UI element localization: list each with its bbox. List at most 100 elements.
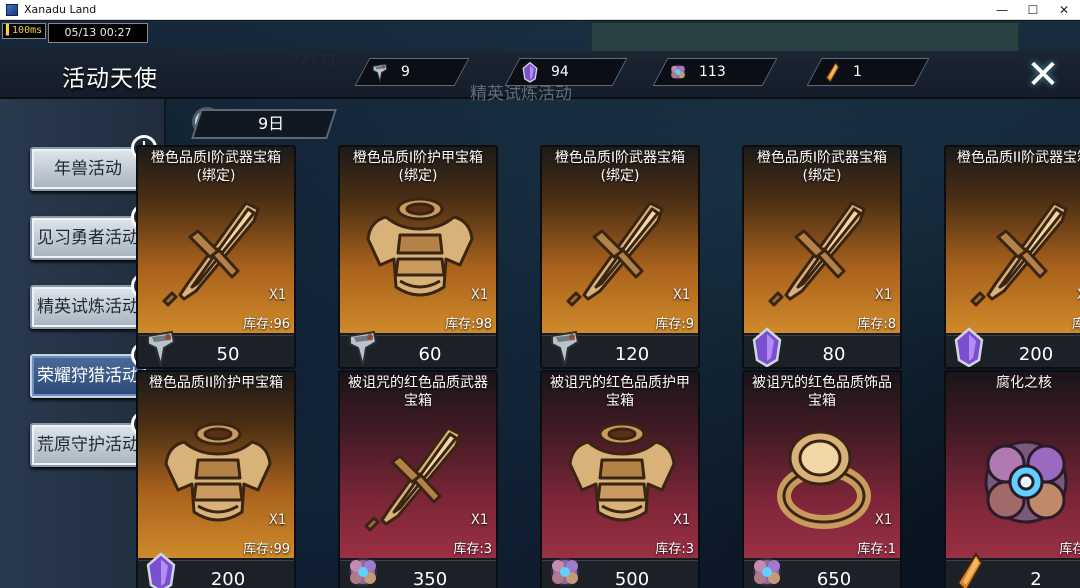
item-name: 橙色品质I阶武器宝箱 (绑定) (150, 150, 282, 184)
ping-value: 100ms (12, 25, 43, 36)
game-window: Xanadu Land — ☐ ✕ 27171 ▌100ms 05/13 00:… (0, 0, 1080, 588)
armor-icon (558, 412, 686, 540)
item-stock: 库存:96 (243, 317, 290, 332)
shop-item-card[interactable]: 橙色品质II阶武器宝箱X1库存200 (944, 145, 1080, 369)
price-bar: 120 (542, 330, 698, 367)
item-price: 350 (412, 569, 448, 588)
item-quantity: X1 (673, 512, 690, 528)
item-quantity: X1 (269, 287, 286, 303)
drill-icon (369, 61, 391, 83)
item-price: 650 (816, 569, 852, 588)
drill-icon (144, 326, 178, 367)
shop-item-card[interactable]: 被诅咒的红色品质饰品 宝箱 X1 库存:1 650 (742, 370, 902, 588)
cursed-flower-icon (346, 551, 380, 588)
window-title: Xanadu Land (24, 3, 97, 16)
item-name: 腐化之核 (996, 375, 1052, 391)
price-bar: 500 (542, 558, 698, 588)
window-close-button[interactable]: ✕ (1046, 0, 1080, 20)
item-stock: 库存:98 (445, 317, 492, 332)
item-quantity: X1 (875, 287, 892, 303)
currency-drill: 9 (354, 58, 470, 86)
shop-item-card[interactable]: 橙色品质I阶武器宝箱 (绑定) X1 库存:96 50 (136, 145, 296, 369)
item-quantity: X1 (673, 287, 690, 303)
item-price: 200 (210, 569, 246, 588)
item-stock: 库存 (1072, 313, 1080, 332)
price-bar: 200 (946, 327, 1080, 367)
armor-icon (154, 412, 282, 540)
item-name: 橙色品质I阶武器宝箱 (绑定) (554, 150, 686, 184)
nav-item-4[interactable]: 荒原守护活动 (30, 423, 146, 467)
item-price: 2 (1030, 569, 1042, 588)
item-stock: 库存:8 (857, 317, 896, 332)
currency-orange-crystal: 1 (806, 58, 930, 86)
game-canvas: 27171 ▌100ms 05/13 00:27 精英试炼活动 活动天使 994… (0, 21, 1080, 588)
currency-purple-crystal: 94 (504, 58, 628, 86)
price-bar: 650 (744, 558, 900, 588)
ping-indicator: ▌100ms (2, 23, 46, 39)
shop-item-card[interactable]: 被诅咒的红色品质武器 宝箱 X1 库存:3 350 (338, 370, 498, 588)
shop-item-card[interactable]: 橙色品质I阶护甲宝箱 (绑定) X1 库存:98 60 (338, 145, 498, 369)
nav-item-1[interactable]: 见习勇者活动 (30, 216, 146, 260)
price-bar: 2 (946, 552, 1080, 588)
price-bar: 60 (340, 330, 496, 367)
item-stock: 库存:3 (655, 542, 694, 557)
item-quantity: X1 (269, 512, 286, 528)
shop-item-card[interactable]: 橙色品质II阶护甲宝箱 X1 库存:99 200 (136, 370, 296, 588)
shop-item-card[interactable]: 被诅咒的红色品质护甲 宝箱 X1 库存:3 500 (540, 370, 700, 588)
item-name: 橙色品质II阶护甲宝箱 (148, 375, 284, 391)
item-stock: 库存:99 (243, 542, 290, 557)
item-name: 被诅咒的红色品质武器 宝箱 (348, 375, 488, 409)
price-bar: 50 (138, 330, 294, 367)
day-tag: 9日 (191, 109, 337, 139)
item-name: 被诅咒的红色品质饰品 宝箱 (752, 375, 892, 409)
close-button[interactable]: ✕ (1022, 55, 1064, 97)
drill-icon (346, 326, 380, 367)
item-name: 橙色品质II阶武器宝箱 (956, 150, 1080, 166)
day-label: 9日 (258, 114, 285, 133)
corrupted-core-icon (962, 412, 1080, 540)
sword-icon (558, 187, 686, 315)
armor-icon (356, 187, 484, 315)
purple-crystal-icon (144, 551, 178, 588)
cursed-flower-icon (548, 551, 582, 588)
item-stock: 库存:9 (655, 317, 694, 332)
item-price: 120 (614, 344, 650, 365)
purple-crystal-icon (519, 61, 541, 83)
cursed-flower-icon (667, 61, 689, 83)
shop-item-card[interactable]: 橙色品质I阶武器宝箱 (绑定) X1 库存:9 120 (540, 145, 700, 369)
orange-crystal-icon (821, 61, 843, 83)
item-price: 60 (418, 344, 442, 365)
shop-item-card[interactable]: 橙色品质I阶武器宝箱 (绑定) X1 库存:8 80 (742, 145, 902, 369)
app-icon (6, 4, 18, 16)
nav-item-2[interactable]: 精英试炼活动 (30, 285, 146, 329)
page-title: 活动天使 (62, 66, 158, 92)
cursed-flower-icon (750, 551, 784, 588)
item-quantity: X1 (471, 287, 488, 303)
price-bar: 200 (138, 552, 294, 588)
game-clock: 05/13 00:27 (48, 23, 148, 43)
item-price: 500 (614, 569, 650, 588)
item-stock: 库存:1 (857, 542, 896, 557)
item-stock: 库存:3 (453, 542, 492, 557)
nav-item-0[interactable]: 年兽活动 (30, 147, 146, 191)
sword-icon (962, 187, 1080, 315)
orange-crystal-icon (952, 551, 986, 588)
price-bar: 350 (340, 558, 496, 588)
purple-crystal-icon (952, 326, 986, 367)
price-bar: 80 (744, 327, 900, 367)
nav-item-3[interactable]: 荣耀狩猎活动 (30, 354, 146, 398)
drill-icon (548, 326, 582, 367)
sword-icon (760, 187, 888, 315)
item-quantity: X1 (471, 512, 488, 528)
item-name: 橙色品质I阶武器宝箱 (绑定) (756, 150, 888, 184)
item-quantity: X1 (875, 512, 892, 528)
sword-icon (154, 187, 282, 315)
title-bar: Xanadu Land — ☐ ✕ (0, 0, 1080, 20)
shop-item-card[interactable]: 腐化之核库存:1 2 (944, 370, 1080, 588)
purple-crystal-icon (750, 326, 784, 367)
currency-cursed-flower: 113 (652, 58, 778, 86)
item-name: 橙色品质I阶护甲宝箱 (绑定) (352, 150, 484, 184)
item-stock: 库存:1 (1059, 542, 1080, 557)
item-price: 50 (216, 344, 240, 365)
item-name: 被诅咒的红色品质护甲 宝箱 (550, 375, 690, 409)
